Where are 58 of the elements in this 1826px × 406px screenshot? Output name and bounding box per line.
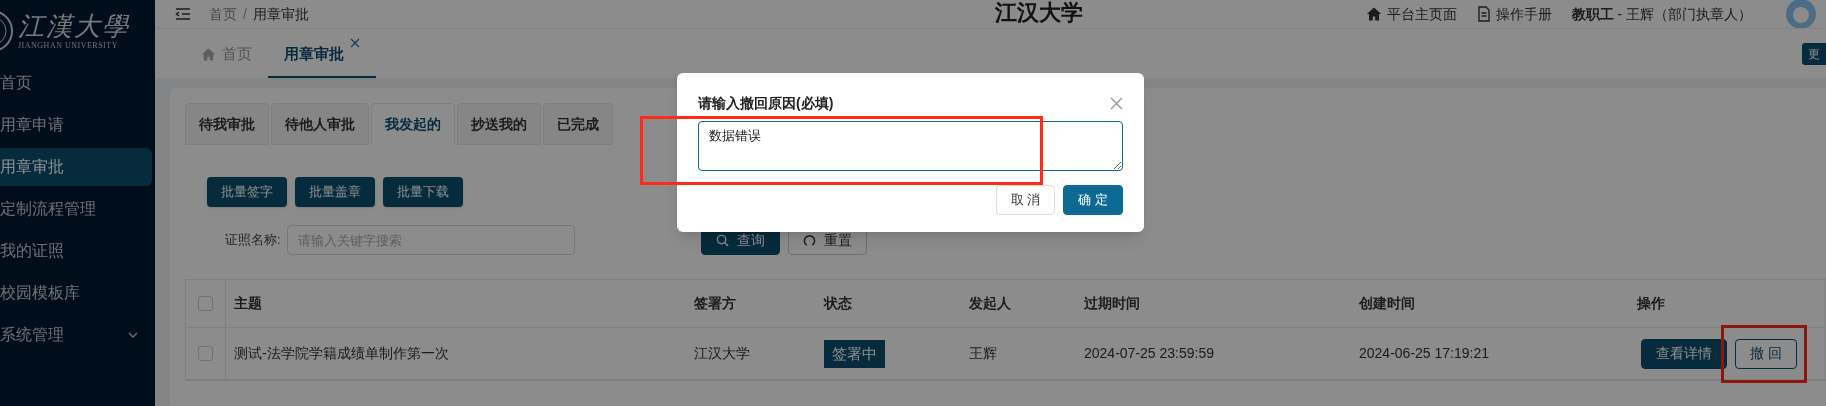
- checkbox[interactable]: [198, 346, 213, 361]
- filter-tab[interactable]: 待我审批: [185, 103, 269, 145]
- user-info: 教职工 - 王辉（部门执章人）: [1571, 4, 1752, 24]
- table-cell: 2024-07-25 23:59:59: [1084, 345, 1214, 361]
- batch-button[interactable]: 批量下载: [383, 177, 463, 207]
- checkbox[interactable]: [198, 296, 213, 311]
- sidebar-item[interactable]: 首页: [0, 64, 152, 102]
- sidebar-item[interactable]: 我的证照: [0, 232, 152, 270]
- page-title: 江汉大学: [995, 0, 1083, 26]
- logo-emblem-icon: [0, 9, 14, 53]
- dialog-title: 请输入撤回原因(必填): [698, 94, 834, 113]
- column-header: 发起人: [969, 295, 1011, 311]
- menu-icon[interactable]: [175, 7, 191, 21]
- reason-field[interactable]: 数据错误: [698, 121, 1123, 171]
- logo-title: 江漢大學: [18, 11, 130, 41]
- more-button[interactable]: 更: [1802, 43, 1826, 65]
- header-link[interactable]: 操作手册: [1476, 3, 1552, 25]
- home-icon: [1365, 6, 1382, 22]
- table-cell: 江汉大学: [694, 345, 750, 361]
- breadcrumb-separator: /: [243, 4, 247, 24]
- confirm-button[interactable]: 确 定: [1063, 185, 1123, 215]
- search-label: 证照名称:: [225, 231, 281, 250]
- search-icon: [715, 233, 729, 247]
- sidebar-item[interactable]: 用章审批: [0, 148, 152, 186]
- column-header: 签署方: [694, 295, 736, 311]
- table-cell: 王辉: [969, 345, 997, 361]
- home-icon: [201, 46, 216, 62]
- column-header: 过期时间: [1084, 295, 1140, 311]
- cancel-button[interactable]: 取 消: [995, 185, 1056, 215]
- column-header: 创建时间: [1359, 295, 1415, 311]
- column-header: 状态: [824, 295, 852, 311]
- sidebar-item[interactable]: 定制流程管理: [0, 190, 152, 228]
- sidebar-item[interactable]: 系统管理: [0, 316, 152, 354]
- sidebar-item[interactable]: 校园模板库: [0, 274, 152, 312]
- sidebar-item[interactable]: 用章申请: [0, 106, 152, 144]
- status-badge: 签署中: [824, 339, 885, 368]
- details-button[interactable]: 查看详情: [1641, 338, 1727, 369]
- breadcrumb-item: 用章审批: [252, 4, 309, 24]
- batch-button[interactable]: 批量盖章: [295, 177, 375, 207]
- avatar-icon[interactable]: [1786, 0, 1816, 29]
- column-header: 操作: [1637, 295, 1665, 311]
- filter-tab[interactable]: 我发起的: [371, 103, 455, 145]
- page-tab[interactable]: 用章审批: [268, 32, 376, 78]
- recall-button[interactable]: 撤 回: [1735, 338, 1797, 369]
- header-link[interactable]: 平台主页面: [1365, 3, 1457, 25]
- filter-tab[interactable]: 抄送我的: [457, 103, 541, 145]
- refresh-icon: [802, 233, 816, 247]
- table-cell: 测试-法学院学籍成绩单制作第一次: [234, 345, 449, 361]
- document-icon: [1476, 6, 1491, 22]
- logo-subtitle: JIANGHAN UNIVERSITY: [18, 41, 119, 51]
- column-header: 主题: [234, 295, 262, 311]
- table-cell: 2024-06-25 17:19:21: [1359, 345, 1489, 361]
- batch-button[interactable]: 批量签字: [207, 177, 287, 207]
- close-icon[interactable]: [1110, 97, 1123, 110]
- breadcrumb-item[interactable]: 首页: [209, 3, 237, 25]
- filter-tab[interactable]: 已完成: [543, 103, 613, 145]
- close-icon[interactable]: [350, 38, 360, 48]
- filter-tab[interactable]: 待他人审批: [271, 103, 369, 145]
